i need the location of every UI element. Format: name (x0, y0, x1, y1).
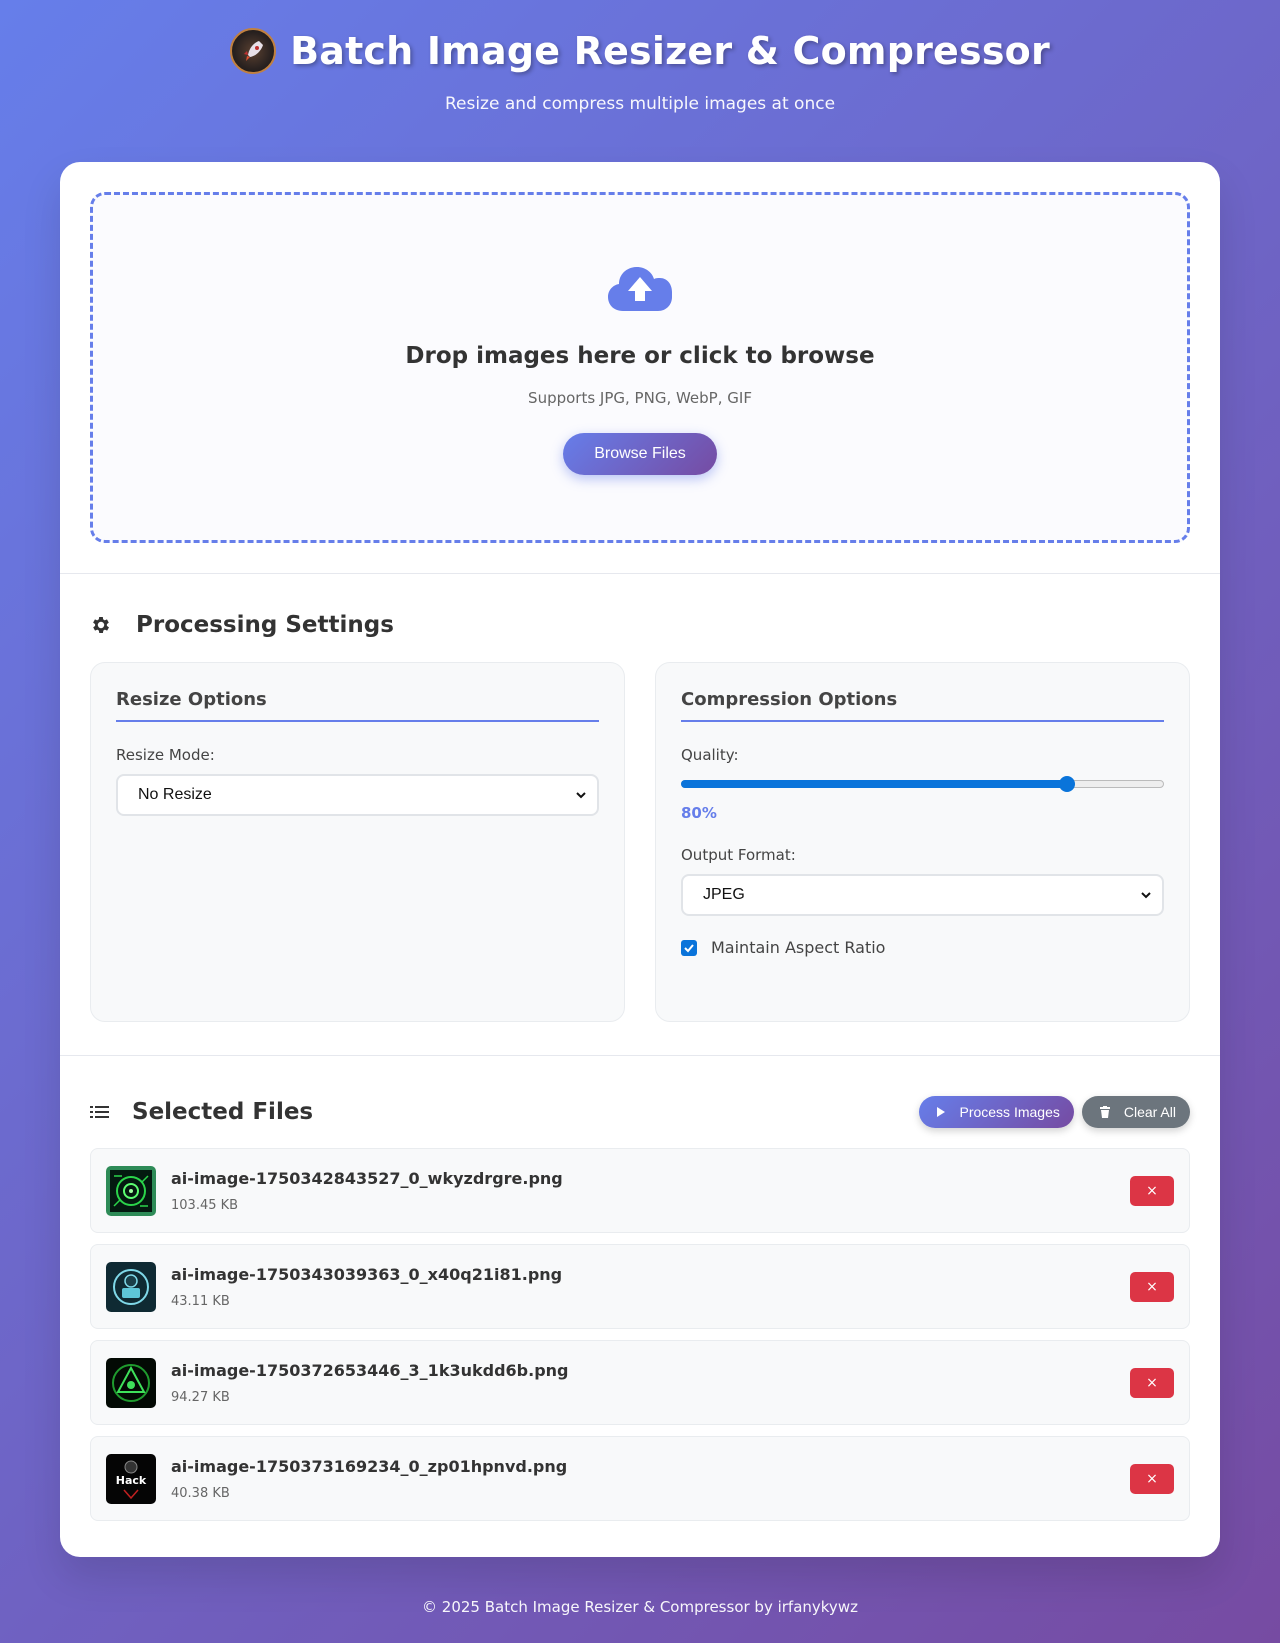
settings-header: Processing Settings (90, 612, 1190, 638)
file-thumbnail (106, 1357, 156, 1408)
app-subtitle: Resize and compress multiple images at o… (444, 94, 836, 114)
file-name: ai-image-1750343039363_0_x40q21i81.png (171, 1264, 563, 1284)
browse-files-button[interactable]: Browse Files (563, 433, 717, 475)
app-title: Batch Image Resizer & Compressor (290, 29, 1050, 73)
aspect-ratio-checkbox[interactable] (681, 939, 697, 956)
drop-title: Drop images here or click to browse (405, 343, 875, 369)
remove-file-button[interactable]: × (1130, 1367, 1174, 1398)
clear-all-label: Clear All (1123, 1104, 1176, 1120)
aspect-ratio-label: Maintain Aspect Ratio (711, 938, 886, 957)
list-icon (90, 1106, 109, 1118)
output-format-select[interactable]: JPEG (681, 874, 1164, 916)
checkmark-icon (684, 943, 694, 952)
hack-thumb-text: Hack (116, 1474, 147, 1487)
file-list: ai-image-1750342843527_0_wkyzdrgre.png 1… (90, 1148, 1190, 1521)
file-actions: Process Images Clear All (919, 1096, 1190, 1128)
chevron-down-icon (1141, 892, 1151, 899)
aspect-ratio-row: Maintain Aspect Ratio (681, 938, 1164, 957)
page-header: Batch Image Resizer & Compressor Resize … (0, 0, 1280, 114)
remove-file-button[interactable]: × (1130, 1463, 1174, 1494)
gear-icon (93, 617, 109, 633)
file-size: 43.11 KB (171, 1293, 230, 1309)
file-name: ai-image-1750372653446_3_1k3ukdd6b.png (171, 1360, 569, 1380)
file-size: 40.38 KB (171, 1485, 230, 1501)
file-item: ai-image-1750343039363_0_x40q21i81.png 4… (90, 1244, 1190, 1329)
title-row: Batch Image Resizer & Compressor (0, 28, 1280, 74)
file-thumbnail: Hack (106, 1453, 156, 1504)
slider-fill (681, 780, 1068, 788)
file-name: ai-image-1750342843527_0_wkyzdrgre.png (171, 1168, 563, 1188)
output-format-label: Output Format: (681, 846, 796, 864)
files-section: Selected Files Process Images Clear All (60, 1056, 1220, 1557)
settings-section: Processing Settings Resize Options Resiz… (60, 574, 1220, 1056)
clear-all-button[interactable]: Clear All (1081, 1096, 1190, 1128)
quality-value: 80% (681, 804, 717, 822)
chevron-down-icon (576, 792, 586, 799)
play-icon (937, 1107, 946, 1117)
resize-mode-label: Resize Mode: (116, 746, 215, 764)
quality-slider[interactable] (681, 776, 1164, 792)
supported-formats: Supports JPG, PNG, WebP, GIF (528, 389, 752, 407)
compression-options-title: Compression Options (681, 689, 1164, 722)
resize-options-panel: Resize Options Resize Mode: No Resize (90, 662, 625, 1022)
trash-icon (1099, 1106, 1110, 1118)
resize-mode-value: No Resize (138, 786, 212, 803)
output-format-value: JPEG (703, 886, 745, 903)
upload-section: Drop images here or click to browse Supp… (60, 162, 1220, 574)
compression-options-panel: Compression Options Quality: 80% Output … (655, 662, 1190, 1022)
settings-grid: Resize Options Resize Mode: No Resize Co… (90, 662, 1190, 1022)
cloud-upload-icon (608, 267, 672, 311)
file-thumbnail (106, 1165, 156, 1216)
resize-mode-select[interactable]: No Resize (116, 774, 599, 816)
settings-title: Processing Settings (136, 612, 394, 638)
remove-file-button[interactable]: × (1130, 1271, 1174, 1302)
file-size: 103.45 KB (171, 1197, 239, 1213)
file-size: 94.27 KB (171, 1389, 230, 1405)
file-item: ai-image-1750342843527_0_wkyzdrgre.png 1… (90, 1148, 1190, 1233)
files-title: Selected Files (132, 1099, 314, 1125)
file-item: ai-image-1750372653446_3_1k3ukdd6b.png 9… (90, 1340, 1190, 1425)
slider-thumb[interactable] (1059, 776, 1076, 792)
rocket-icon (230, 28, 277, 74)
drop-zone[interactable]: Drop images here or click to browse Supp… (90, 192, 1190, 543)
remove-file-button[interactable]: × (1130, 1175, 1174, 1206)
process-images-button[interactable]: Process Images (919, 1096, 1074, 1128)
page-footer: © 2025 Batch Image Resizer & Compressor … (422, 1598, 858, 1616)
files-header: Selected Files Process Images Clear All (90, 1096, 1190, 1128)
main-card: Drop images here or click to browse Supp… (60, 162, 1220, 1557)
resize-options-title: Resize Options (116, 689, 599, 722)
file-item: Hack ai-image-1750373169234_0_zp01hpnvd.… (90, 1436, 1190, 1521)
file-name: ai-image-1750373169234_0_zp01hpnvd.png (171, 1456, 568, 1476)
file-thumbnail (106, 1261, 156, 1312)
quality-label: Quality: (681, 746, 739, 764)
process-images-label: Process Images (959, 1104, 1060, 1120)
